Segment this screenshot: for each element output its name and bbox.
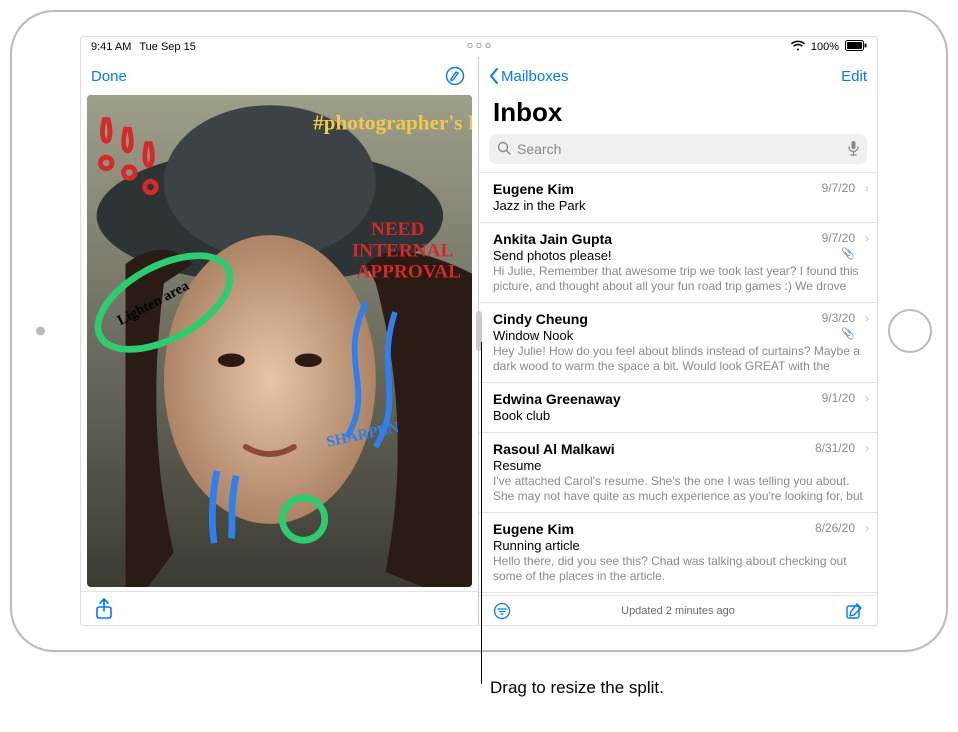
mail-date: 9/1/20 <box>822 391 855 405</box>
search-input[interactable]: Search <box>489 134 867 164</box>
annotation-favorite: #photographer's Favorite!! <box>313 110 472 134</box>
mailboxes-back-button[interactable]: Mailboxes <box>489 68 569 85</box>
screen: 9:41 AM Tue Sep 15 100% Done <box>80 36 878 626</box>
mail-subject: Window Nook <box>493 328 865 343</box>
battery-percent: 100% <box>811 41 839 53</box>
back-label: Mailboxes <box>501 68 569 85</box>
ipad-frame: 9:41 AM Tue Sep 15 100% Done <box>10 10 948 652</box>
mail-date: 9/7/20 <box>822 181 855 195</box>
mail-row[interactable]: Rasoul Al Malkawi8/31/20 ›ResumeI've atta… <box>479 432 877 512</box>
markup-icon[interactable] <box>442 63 468 89</box>
annotation-approval-1: NEED <box>371 219 424 240</box>
callout-leader-line <box>481 342 482 684</box>
mail-date: 9/3/20 <box>822 311 855 325</box>
chevron-right-icon: › <box>865 231 869 245</box>
left-nav-bar: Done <box>81 57 478 95</box>
annotation-approval-3: APPROVAL <box>357 261 462 282</box>
attachment-icon: 📎 <box>841 247 855 260</box>
mail-row[interactable]: Cindy Cheung9/3/20 › 📎Window NookHey Julie… <box>479 302 877 382</box>
mail-date: 8/26/20 <box>815 521 855 535</box>
mail-row[interactable]: Eugene Kim8/26/20 ›Running articleHello t… <box>479 512 877 592</box>
chevron-right-icon: › <box>865 181 869 195</box>
mail-row[interactable]: Ankita Jain Gupta9/7/20 › 📎Send photos ple… <box>479 222 877 302</box>
status-time: 9:41 AM <box>91 41 131 53</box>
multitask-indicator[interactable] <box>468 43 491 48</box>
mail-subject: Resume <box>493 458 865 473</box>
mail-sender: Ankita Jain Gupta <box>493 231 865 247</box>
mail-sender: Eugene Kim <box>493 181 865 197</box>
home-button[interactable] <box>888 309 932 353</box>
inbox-title: Inbox <box>479 95 877 134</box>
mail-subject: Book club <box>493 408 865 423</box>
status-date: Tue Sep 15 <box>139 41 195 53</box>
chevron-right-icon: › <box>865 521 869 535</box>
annotation-approval-2: INTERNAL <box>352 240 454 261</box>
done-button[interactable]: Done <box>91 68 127 85</box>
search-placeholder: Search <box>517 141 561 157</box>
split-view: Done <box>81 57 877 625</box>
mail-preview: Hi Julie, Remember that awesome trip we … <box>493 264 865 294</box>
mail-sender: Eugene Kim <box>493 521 865 537</box>
front-camera <box>36 327 45 336</box>
share-icon[interactable] <box>91 596 117 622</box>
left-toolbar <box>81 591 478 625</box>
chevron-right-icon: › <box>865 311 869 325</box>
mail-toolbar: Updated 2 minutes ago <box>479 595 877 625</box>
mail-date: 8/31/20 <box>815 441 855 455</box>
mail-row[interactable]: Edwina Greenaway9/1/20 ›Book club <box>479 382 877 432</box>
wifi-icon <box>791 40 805 54</box>
updated-label: Updated 2 minutes ago <box>515 605 841 617</box>
filter-icon[interactable] <box>489 598 515 624</box>
mail-row[interactable]: Sanaa Aridi8/25/20› <box>479 592 877 595</box>
callout-text: Drag to resize the split. <box>490 678 664 698</box>
chevron-left-icon <box>489 68 499 84</box>
chevron-right-icon: › <box>865 391 869 405</box>
mail-nav-bar: Mailboxes Edit <box>479 57 877 95</box>
mail-date: 9/7/20 <box>822 231 855 245</box>
mail-sender: Cindy Cheung <box>493 311 865 327</box>
battery-icon <box>845 40 867 54</box>
left-app-photos: Done <box>81 57 479 625</box>
mail-preview: I've attached Carol's resume. She's the … <box>493 474 865 504</box>
search-icon <box>497 141 511 158</box>
attachment-icon: 📎 <box>841 327 855 340</box>
dictate-icon[interactable] <box>848 140 859 159</box>
right-app-mail: Mailboxes Edit Inbox Search <box>479 57 877 625</box>
status-bar: 9:41 AM Tue Sep 15 100% <box>81 37 877 57</box>
mail-preview: Hey Julie! How do you feel about blinds … <box>493 344 865 374</box>
mail-preview: Hello there, did you see this? Chad was … <box>493 554 865 584</box>
mail-list[interactable]: Eugene Kim9/7/20›Jazz in the ParkAnkita … <box>479 172 877 595</box>
mail-sender: Rasoul Al Malkawi <box>493 441 865 457</box>
chevron-right-icon: › <box>865 441 869 455</box>
photo-canvas[interactable]: #photographer's Favorite!! NEED INTERNAL… <box>87 95 472 587</box>
compose-icon[interactable] <box>841 598 867 624</box>
mail-sender: Edwina Greenaway <box>493 391 865 407</box>
mail-subject: Jazz in the Park <box>493 198 865 213</box>
mail-row[interactable]: Eugene Kim9/7/20 ›Jazz in the Park <box>479 172 877 222</box>
mail-subject: Send photos please! <box>493 248 865 263</box>
edit-button[interactable]: Edit <box>841 68 867 85</box>
mail-subject: Running article <box>493 538 865 553</box>
